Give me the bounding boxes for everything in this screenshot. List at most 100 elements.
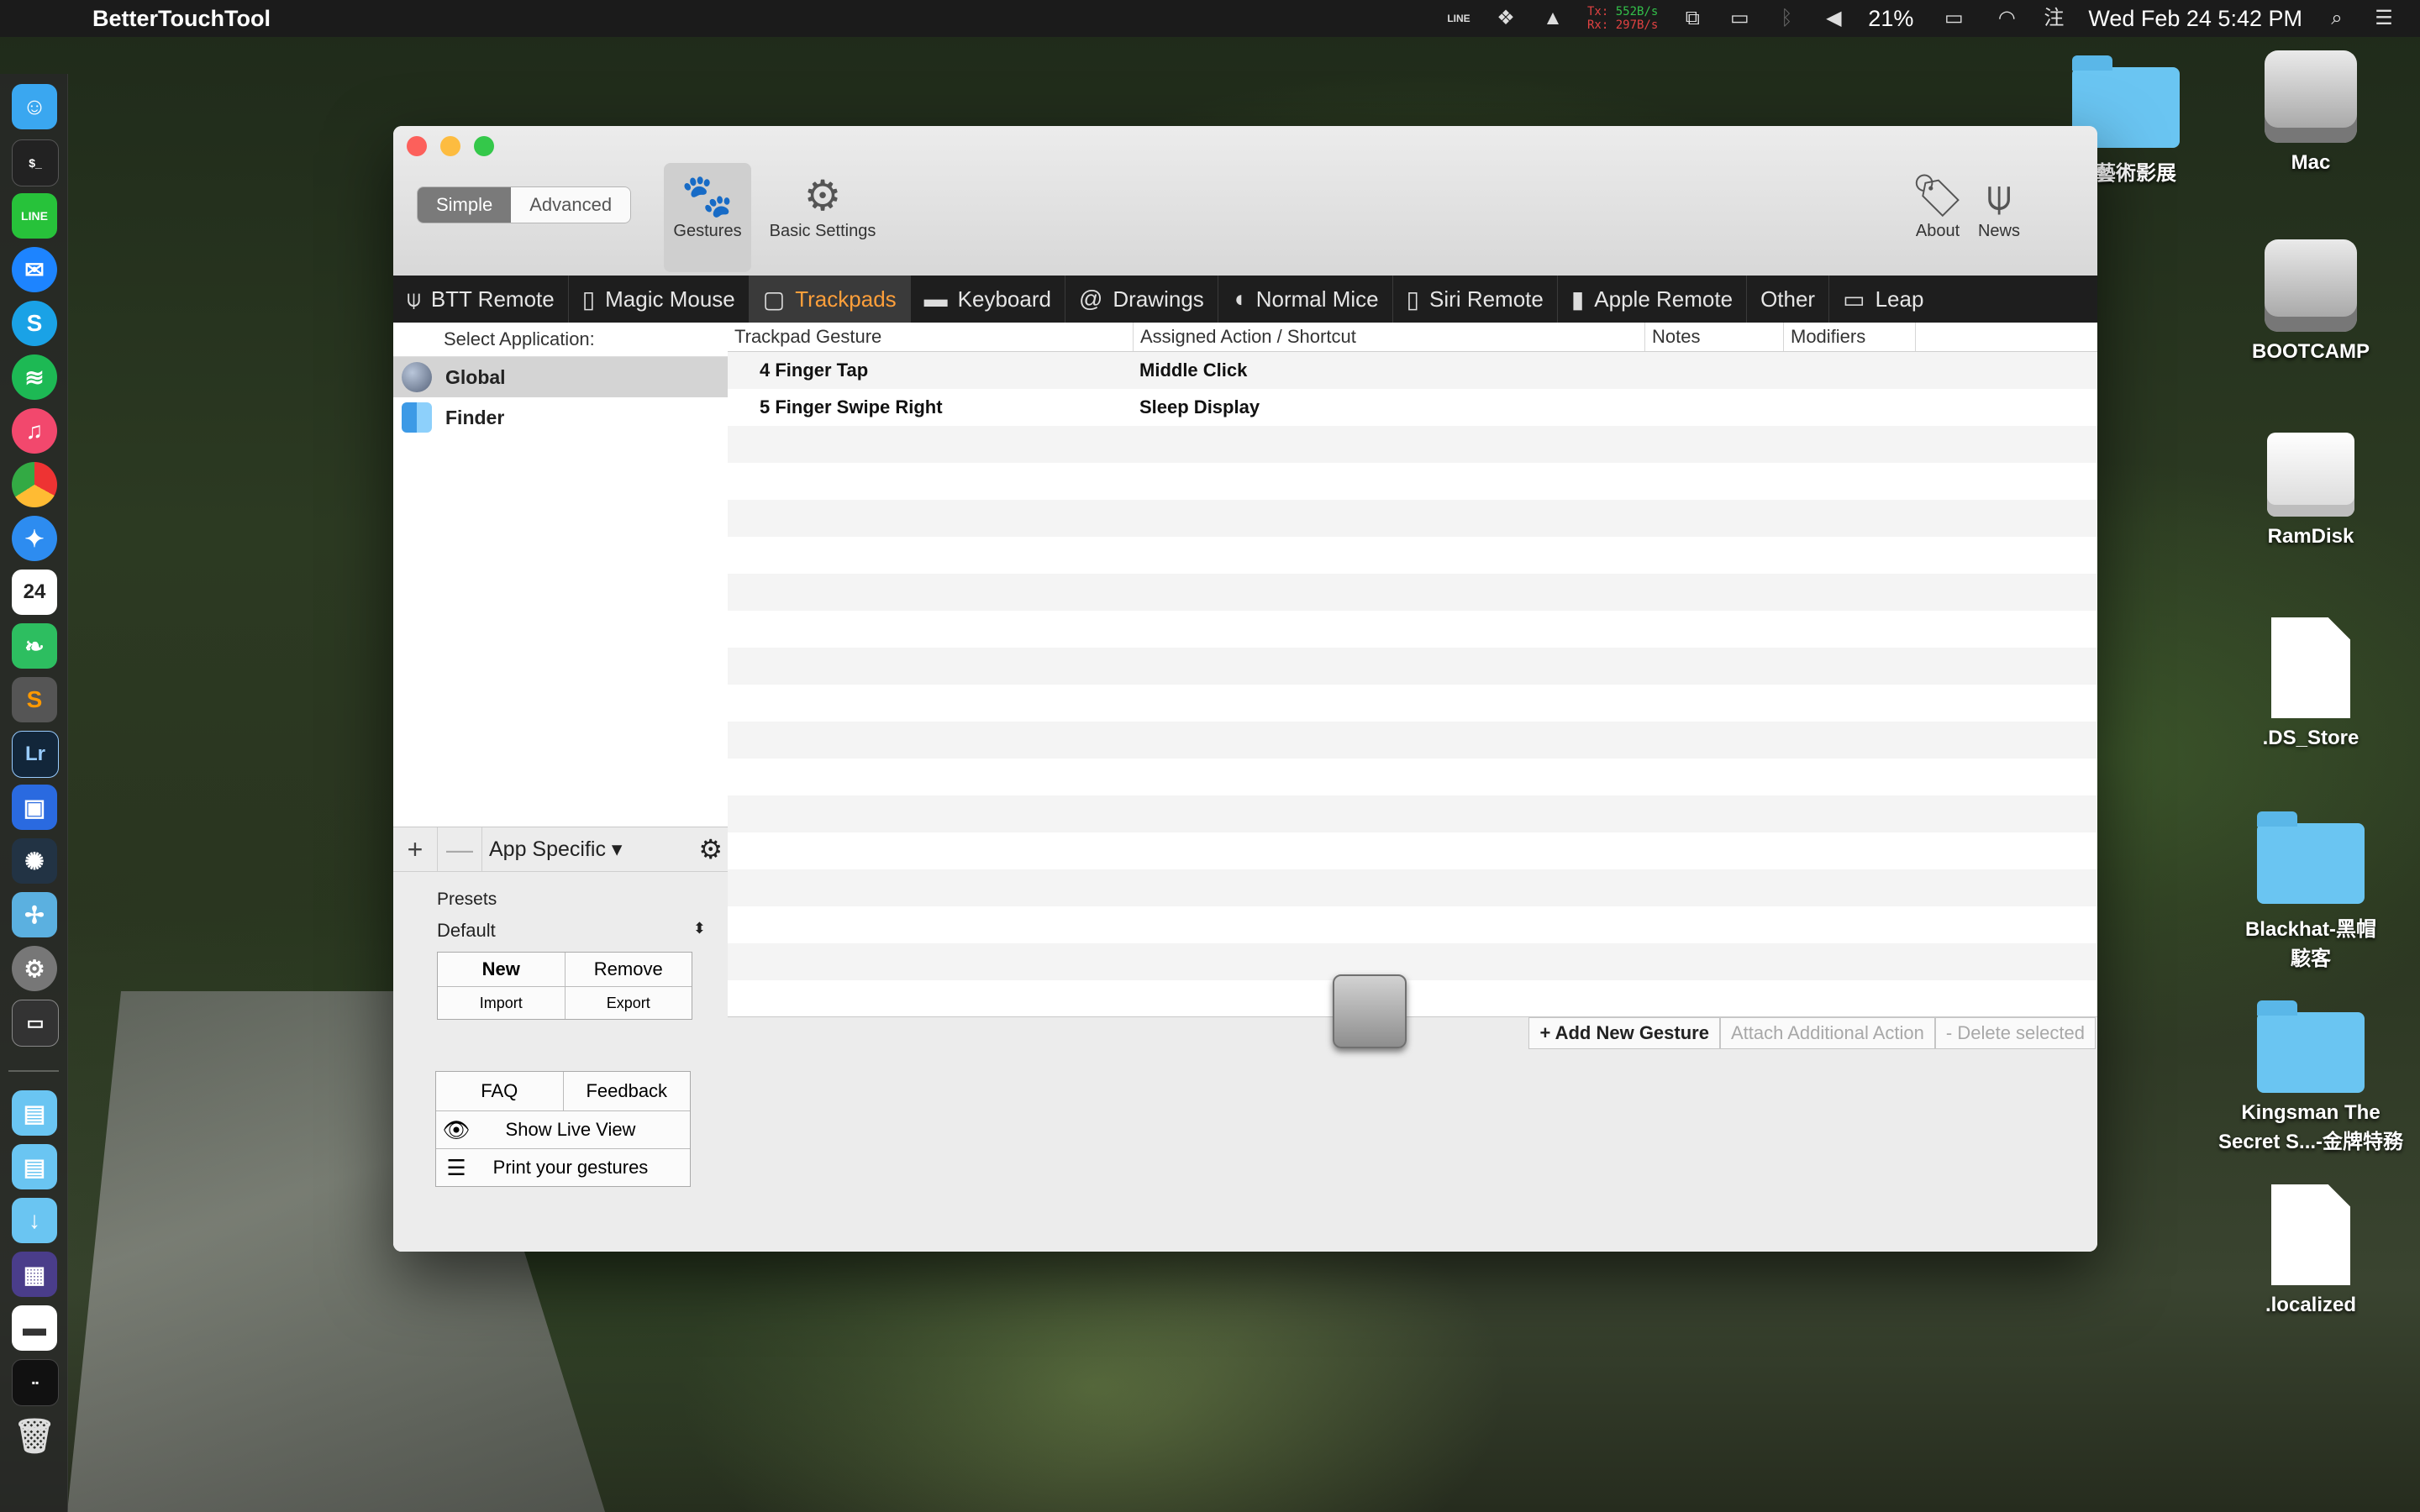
add-new-gesture-button[interactable]: + Add New Gesture [1528,1017,1720,1049]
screenshot-stack-2-dock-icon[interactable]: ▬ [12,1305,57,1351]
mode-advanced-button[interactable]: Advanced [511,187,631,223]
bettertouchtool-dock-icon[interactable]: ▭ [12,1000,59,1047]
folder-icon [2257,811,2365,904]
preset-select[interactable]: Default ⬍ [437,920,706,942]
tab-normal-mice[interactable]: ◖ Normal Mice [1218,276,1393,323]
parallels-dock-icon[interactable]: ▣ [12,785,57,830]
desktop-item-ds-store[interactable]: .DS_Store [2235,617,2386,750]
floating-trackpad-icon[interactable] [1333,974,1407,1048]
tab-other[interactable]: Other [1747,276,1830,323]
documents-folder-dock-icon[interactable]: ▤ [12,1144,57,1189]
tab-btt-remote[interactable]: ⍦ BTT Remote [393,276,569,323]
clock[interactable]: Wed Feb 24 5:42 PM [2088,6,2302,32]
messenger-dock-icon[interactable]: ✉ [12,247,57,292]
trash-dock-icon[interactable]: 🗑 [12,1413,57,1458]
downloads-folder-dock-icon[interactable]: ↓ [12,1198,57,1243]
volume-icon[interactable]: ◀ [1821,8,1846,29]
window-manager-icon[interactable]: ⧉ [1680,8,1705,29]
dock: ☺ $_ LINE ✉ S ≋ ♫ ✦ 24 ❧ S Lr ▣ ✺ ✢ ⚙ ▭ … [0,74,68,1512]
battery-percent[interactable]: 21% [1868,6,1913,32]
sublime-text-dock-icon[interactable]: S [12,677,57,722]
table-row[interactable]: 5 Finger Swipe Right Sleep Display [728,389,2097,426]
notification-center-icon[interactable]: ☰ [2371,8,2396,29]
tab-keyboard[interactable]: ▬ Keyboard [911,276,1065,323]
new-preset-button[interactable]: New [438,953,566,987]
desktop-item-ramdisk[interactable]: RamDisk [2235,433,2386,549]
table-body: 4 Finger Tap Middle Click 5 Finger Swipe… [728,352,2097,980]
attach-action-button[interactable]: Attach Additional Action [1719,1017,1935,1049]
finder-dock-icon[interactable]: ☺ [12,84,57,129]
google-drive-icon[interactable]: ▲ [1540,8,1565,29]
add-app-button[interactable]: + [393,827,438,871]
evernote-dock-icon[interactable]: ❧ [12,623,57,669]
feedback-button[interactable]: Feedback [564,1072,691,1110]
app-scope-dropdown[interactable]: App Specific ▾ [482,837,622,862]
mode-simple-button[interactable]: Simple [418,187,512,223]
safari-dock-icon[interactable]: ✦ [12,516,57,561]
desktop-item-blackhat[interactable]: Blackhat-黑帽駭客 [2235,811,2386,971]
battery-icon[interactable]: ▭ [1935,8,1972,29]
column-header-gesture[interactable]: Trackpad Gesture [728,323,1134,351]
itunes-dock-icon[interactable]: ♫ [12,408,57,454]
export-preset-button[interactable]: Export [566,987,692,1019]
input-method-icon[interactable]: 注 [2041,8,2066,29]
chrome-dock-icon[interactable] [12,462,57,507]
tab-apple-remote[interactable]: ▮ Apple Remote [1558,276,1748,323]
column-header-notes[interactable]: Notes [1645,323,1784,351]
lightroom-dock-icon[interactable]: Lr [12,731,59,778]
import-preset-button[interactable]: Import [438,987,566,1019]
dropbox-icon[interactable]: ❖ [1493,8,1518,29]
tab-trackpads[interactable]: ▢ Trackpads [749,276,911,323]
terminal-dock-icon[interactable]: $_ [12,139,59,186]
screenshot-stack-dock-icon[interactable]: ▦ [12,1252,57,1297]
column-header-modifiers[interactable]: Modifiers [1784,323,1916,351]
apps-folder-dock-icon[interactable]: ▤ [12,1090,57,1136]
faq-button[interactable]: FAQ [436,1072,564,1110]
trackpad-icon: ▢ [762,286,786,312]
active-app-name[interactable]: BetterTouchTool [92,6,271,32]
remove-preset-button[interactable]: Remove [565,953,692,987]
toolbar-news-button[interactable]: ⍦ News [1970,170,2028,241]
app-item-global[interactable]: Global [393,357,728,397]
network-monitor[interactable]: Tx: 552B/s Rx: 297B/s [1587,5,1658,32]
table-row-empty [728,648,2097,685]
airplay-icon[interactable]: ▭ [1727,8,1752,29]
minimize-button[interactable] [440,136,460,156]
system-preferences-dock-icon[interactable]: ⚙ [12,946,57,991]
spotify-dock-icon[interactable]: ≋ [12,354,57,400]
print-gestures-button[interactable]: ☰ Print your gestures [436,1149,690,1186]
close-button[interactable] [407,136,427,156]
wifi-icon[interactable]: ◠ [1994,8,2019,29]
drawing-icon: @ [1078,286,1103,312]
column-header-action[interactable]: Assigned Action / Shortcut [1134,323,1645,351]
calendar-dock-icon[interactable]: 24 [12,570,57,615]
fluid-app-dock-icon[interactable]: ✺ [12,838,57,884]
line-status-icon[interactable]: LINE [1446,8,1471,29]
show-live-view-button[interactable]: 👁 Show Live View [436,1111,690,1148]
line-dock-icon[interactable]: LINE [12,193,57,239]
desktop-item-kingsman[interactable]: Kingsman The Secret S...-金牌特務 [2210,1000,2412,1154]
gear-icon[interactable]: ⚙ [698,833,728,865]
tab-drawings[interactable]: @ Drawings [1065,276,1218,323]
app-item-finder[interactable]: Finder [393,397,728,438]
zoom-button[interactable] [474,136,494,156]
remove-app-button[interactable]: — [438,827,482,871]
desktop-item-mac[interactable]: Mac [2235,50,2386,175]
table-row[interactable]: 4 Finger Tap Middle Click [728,352,2097,389]
tab-leap[interactable]: ▭ Leap [1829,276,1937,323]
delete-selected-button[interactable]: - Delete selected [1934,1017,2096,1049]
spotlight-search-icon[interactable]: ⌕ [2324,8,2349,29]
pinwheel-dock-icon[interactable]: ✢ [12,892,57,937]
skype-dock-icon[interactable]: S [12,301,57,346]
desktop-item-bootcamp[interactable]: BOOTCAMP [2235,239,2386,364]
desktop-item-localized[interactable]: .localized [2235,1184,2386,1317]
toolbar-about-button[interactable]: 🏷 About [1904,170,1971,241]
bluetooth-icon[interactable]: ᛒ [1774,8,1799,29]
toolbar-gestures-button[interactable]: 🐾 Gestures [664,163,751,272]
app-stack-dock-icon[interactable]: ▪▪ [12,1359,59,1406]
tab-siri-remote[interactable]: ▯ Siri Remote [1393,276,1558,323]
table-row-empty [728,500,2097,537]
toolbar-basic-settings-button[interactable]: ⚙ Basic Settings [760,170,886,241]
folder-icon [2257,1000,2365,1093]
tab-magic-mouse[interactable]: ▯ Magic Mouse [569,276,750,323]
